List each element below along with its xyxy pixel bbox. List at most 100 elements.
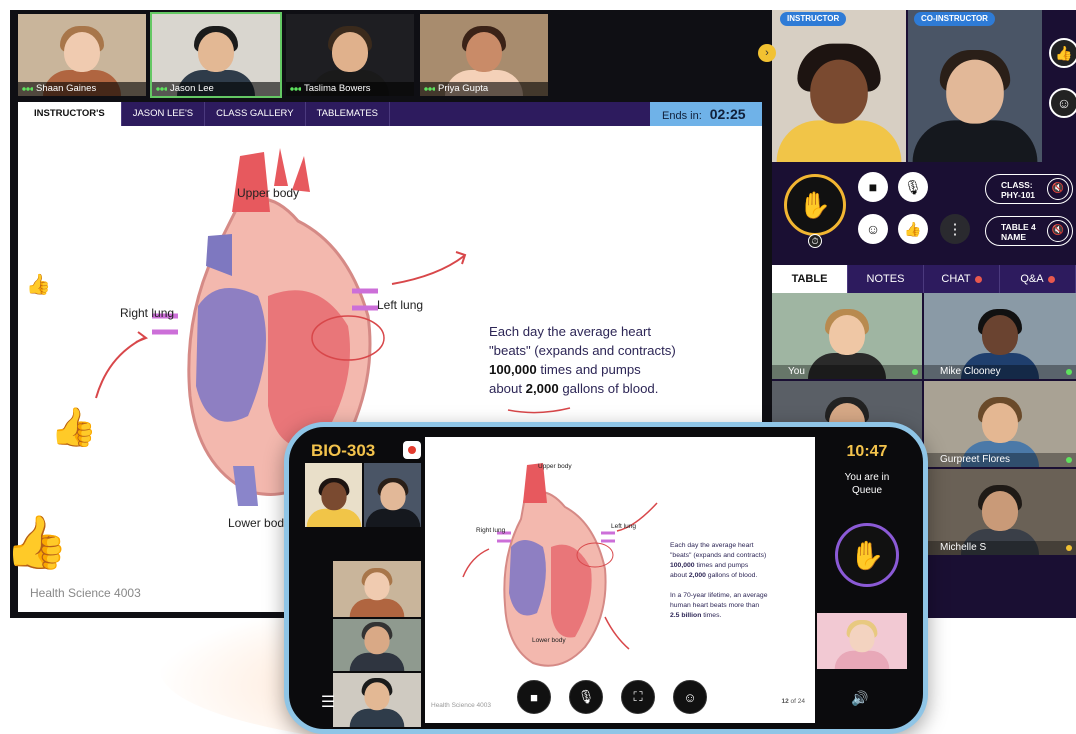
phone-app: BIO-303 ☰ Upper body Right lung Left lun… (284, 422, 928, 734)
smile-icon[interactable]: ☺ (1049, 88, 1076, 118)
camera-button[interactable]: ■ (858, 172, 888, 202)
thumbs-up-reaction-icon: 👍 (50, 407, 98, 449)
phone-clock: 10:47 (846, 443, 888, 460)
label-lower-body: Lower body (228, 516, 291, 530)
more-options-button[interactable]: ⋮ (940, 214, 970, 244)
label-left-lung: Left lung (377, 298, 424, 312)
class-selector[interactable]: CLASS: PHY-101 🔇 (985, 174, 1073, 204)
raise-hand-button[interactable]: ✋ (784, 174, 846, 236)
table-label: TABLE 4 (1001, 222, 1036, 232)
label-right-lung: Right lung (120, 306, 175, 320)
microphone-button[interactable]: 🎙 (898, 172, 928, 202)
note-text: In a 70-year lifetime, an average (670, 592, 768, 599)
menu-icon[interactable]: ☰ (315, 689, 341, 715)
phone-participant-video (333, 561, 421, 617)
coinstructor-badge: CO-INSTRUCTOR (914, 12, 995, 26)
label-left-lung: Left lung (611, 523, 636, 530)
note-text: gallons of blood. (558, 381, 659, 396)
tile-name: Gurpreet Flores (940, 454, 1011, 465)
status-dots-icon (22, 87, 33, 91)
unread-dot-icon (1047, 275, 1055, 283)
emoji-button[interactable]: ☺ (858, 214, 888, 244)
note-text: gallons of blood. (705, 572, 758, 579)
screenshot-page: Shaan Gaines Jason Lee Taslima Bowers Pr… (0, 0, 1076, 734)
panel-tabs: TABLE NOTES CHAT Q&A (772, 265, 1076, 293)
participant-tile[interactable]: Jason Lee (150, 12, 282, 98)
thumbs-up-button[interactable]: 👍 (898, 214, 928, 244)
note-number: 2,000 (525, 381, 559, 396)
raise-hand-button[interactable]: ✋ (835, 523, 899, 587)
phone-slide-note: Each day the average heart "beats" (expa… (670, 541, 810, 621)
slide-note: Each day the average heart "beats" (expa… (489, 322, 709, 398)
tab-tablemates[interactable]: TABLEMATES (306, 102, 390, 126)
speaker-icon[interactable]: 🔊 (845, 683, 875, 713)
page-indicator: 12 of 24 (782, 698, 806, 705)
coinstructor-video: CO-INSTRUCTOR (908, 10, 1042, 162)
status-dot-icon (1066, 369, 1072, 375)
participant-tile[interactable]: Shaan Gaines (18, 14, 146, 96)
mute-table-icon[interactable]: 🔇 (1047, 220, 1069, 242)
class-value: PHY-101 (1001, 190, 1036, 200)
table-tile[interactable]: Mike Clooney (924, 293, 1076, 379)
tab-chat[interactable]: CHAT (924, 265, 1000, 293)
status-dots-icon (290, 87, 301, 91)
tile-name: You (788, 366, 805, 377)
microphone-button[interactable]: 🎙 (569, 680, 603, 714)
phone-slide[interactable]: Upper body Right lung Left lung Lower bo… (425, 437, 815, 723)
note-number: 100,000 (489, 362, 537, 377)
tile-name: Michelle S (940, 542, 987, 553)
phone-self-video (817, 613, 907, 669)
tab-qa[interactable]: Q&A (1000, 265, 1076, 293)
phone-instructor-video (305, 463, 362, 527)
page-total: of 24 (788, 698, 805, 705)
label-right-lung: Right lung (476, 527, 506, 534)
phone-slide-footer: Health Science 4003 (431, 702, 491, 709)
tab-jason-lees[interactable]: JASON LEE'S (122, 102, 206, 126)
note-text: "beats" (expands and contracts) (670, 552, 767, 559)
note-number: 2.5 billion (670, 612, 702, 619)
focus-button[interactable]: ⛶ (621, 680, 655, 714)
note-text: about (670, 572, 689, 579)
class-label: CLASS: (1001, 180, 1033, 190)
table-selector[interactable]: TABLE 4 NAME 🔇 (985, 216, 1073, 246)
phone-participant-video (333, 619, 421, 671)
mute-class-icon[interactable]: 🔇 (1047, 178, 1069, 200)
unread-dot-icon (974, 275, 982, 283)
tab-class-gallery[interactable]: CLASS GALLERY (205, 102, 306, 126)
queue-status: You are in Queue (827, 471, 907, 497)
timer-label: Ends in: (662, 110, 702, 122)
thumbs-up-reaction-icon: 👍 (4, 514, 69, 572)
phone-class-title: BIO-303 (311, 441, 376, 460)
instructor-badge: INSTRUCTOR (780, 12, 847, 26)
participant-name: Priya Gupta (438, 83, 489, 94)
chevron-right-icon[interactable]: › (758, 44, 776, 62)
table-tile[interactable]: You (772, 293, 922, 379)
countdown-timer: Ends in: 02:25 (650, 102, 762, 126)
status-dot-icon (1066, 545, 1072, 551)
table-tile[interactable]: Michelle S (924, 469, 1076, 555)
phone-coinstructor-video (364, 463, 421, 527)
note-text: times and pumps (694, 562, 749, 569)
emoji-button[interactable]: ☺ (673, 680, 707, 714)
participant-tile[interactable]: Taslima Bowers (286, 14, 414, 96)
tab-instructors[interactable]: INSTRUCTOR'S (18, 102, 122, 126)
table-tile[interactable]: Gurpreet Flores (924, 381, 1076, 467)
tab-notes[interactable]: NOTES (848, 265, 924, 293)
status-dots-icon (424, 87, 435, 91)
participant-tile[interactable]: Priya Gupta (420, 14, 548, 96)
note-text: human heart beats more than (670, 602, 760, 609)
table-value: NAME (1001, 232, 1027, 242)
tab-chat-label: CHAT (941, 273, 971, 285)
camera-button[interactable]: ■ (517, 680, 551, 714)
tab-table[interactable]: TABLE (772, 265, 848, 293)
note-text: "beats" (expands and contracts) (489, 343, 676, 358)
record-icon[interactable] (403, 441, 421, 459)
queue-text: You are in (844, 472, 890, 483)
timer-value: 02:25 (709, 106, 746, 122)
phone-participant-video (333, 673, 421, 727)
label-upper-body: Upper body (237, 186, 300, 200)
thumbs-up-icon[interactable]: 👍 (1049, 38, 1076, 68)
note-number: 2,000 (688, 572, 706, 579)
participant-name: Shaan Gaines (36, 83, 97, 94)
queue-text: Queue (851, 485, 883, 496)
